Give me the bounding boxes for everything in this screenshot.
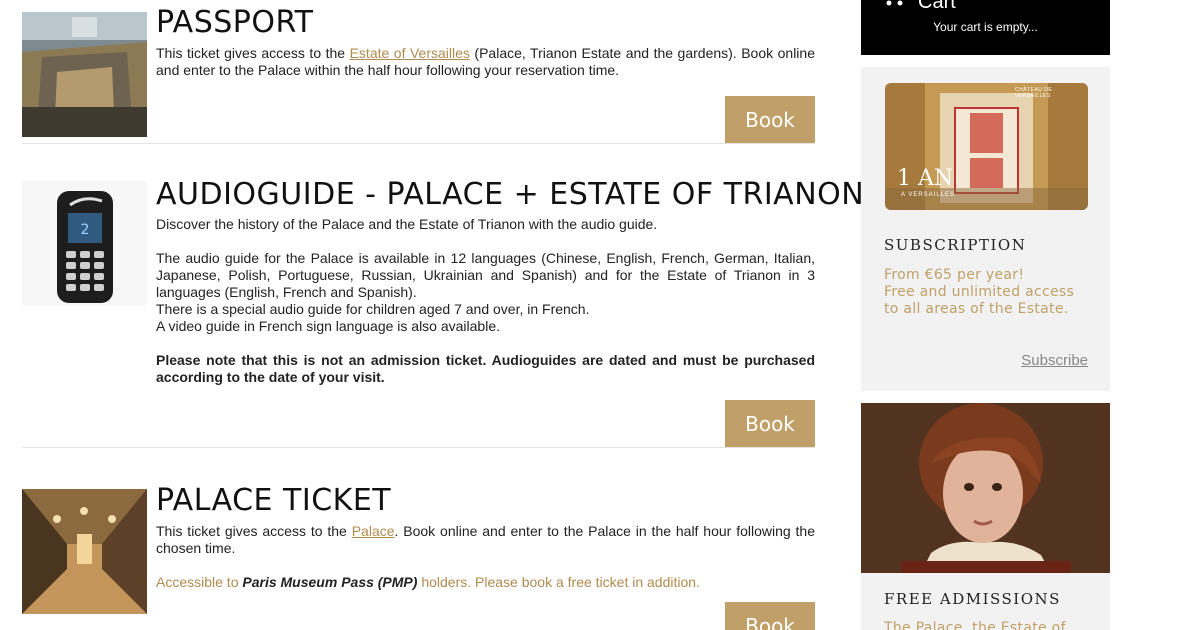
product-audioguide: 2 AUDIOGUIDE - PALACE + ESTATE OF TRIANO… [22, 144, 865, 447]
product-warning: Please note that this is not an admissio… [156, 352, 815, 385]
cart-title: Cart [918, 0, 956, 13]
desc-text: This ticket gives access to the [156, 45, 350, 61]
card-subtitle-text: A VERSAILLES [901, 192, 956, 198]
pmp-text: Accessible to [156, 574, 243, 590]
subscription-box: 1 AN A VERSAILLES CHÂTEAU DE VERSAILLES … [861, 67, 1110, 391]
free-admissions-image[interactable] [861, 403, 1110, 573]
card-brand-text: CHÂTEAU DE VERSAILLES [1015, 87, 1053, 99]
passport-image[interactable] [22, 12, 147, 137]
free-admissions-title: FREE ADMISSIONS [884, 590, 1061, 608]
product-intro: Discover the history of the Palace and t… [156, 216, 658, 232]
pmp-note: Accessible to Paris Museum Pass (PMP) ho… [156, 574, 815, 591]
free-admissions-text: The Palace, the Estate of [884, 620, 1066, 630]
subscription-card-image[interactable]: 1 AN A VERSAILLES CHÂTEAU DE VERSAILLES [885, 83, 1088, 210]
svg-text:2: 2 [81, 222, 90, 238]
estate-link[interactable]: Estate of Versailles [350, 45, 470, 61]
subscription-price: From €65 per year! [884, 267, 1025, 283]
palace-ticket-image[interactable] [22, 489, 147, 614]
product-palace-ticket: PALACE TICKET This ticket gives access t… [22, 448, 815, 630]
cart-empty-text: Your cart is empty... [933, 20, 1038, 34]
subscription-description: Free and unlimited access to all areas o… [884, 284, 1075, 317]
book-palace-ticket-button[interactable]: Book [725, 602, 815, 630]
product-description: This ticket gives access to the Estate o… [156, 45, 815, 79]
card-title-text: 1 AN [897, 166, 954, 191]
pmp-text: holders. Please book a free ticket in ad… [417, 574, 700, 590]
subscription-title: SUBSCRIPTION [884, 236, 1027, 254]
palace-link[interactable]: Palace [352, 523, 395, 539]
pmp-bold-text: Paris Museum Pass (PMP) [242, 574, 418, 590]
cart-widget[interactable]: Cart Your cart is empty... [861, 0, 1110, 55]
audioguide-image[interactable]: 2 [22, 181, 147, 306]
product-video-note: A video guide in French sign language is… [156, 318, 501, 334]
product-title: AUDIOGUIDE - PALACE + ESTATE OF TRIANON [156, 177, 865, 212]
book-audioguide-button[interactable]: Book [725, 400, 815, 447]
desc-text: This ticket gives access to the [156, 523, 352, 539]
product-children-note: There is a special audio guide for child… [156, 301, 590, 317]
product-languages: The audio guide for the Palace is availa… [156, 250, 815, 300]
product-title: PASSPORT [156, 5, 314, 40]
free-admissions-box: FREE ADMISSIONS The Palace, the Estate o… [861, 403, 1110, 630]
subscribe-link[interactable]: Subscribe [1021, 352, 1088, 369]
product-title: PALACE TICKET [156, 483, 392, 518]
cart-icon [886, 0, 903, 6]
product-passport: PASSPORT This ticket gives access to the… [22, 0, 815, 143]
book-passport-button[interactable]: Book [725, 96, 815, 143]
product-description: This ticket gives access to the Palace. … [156, 523, 815, 557]
